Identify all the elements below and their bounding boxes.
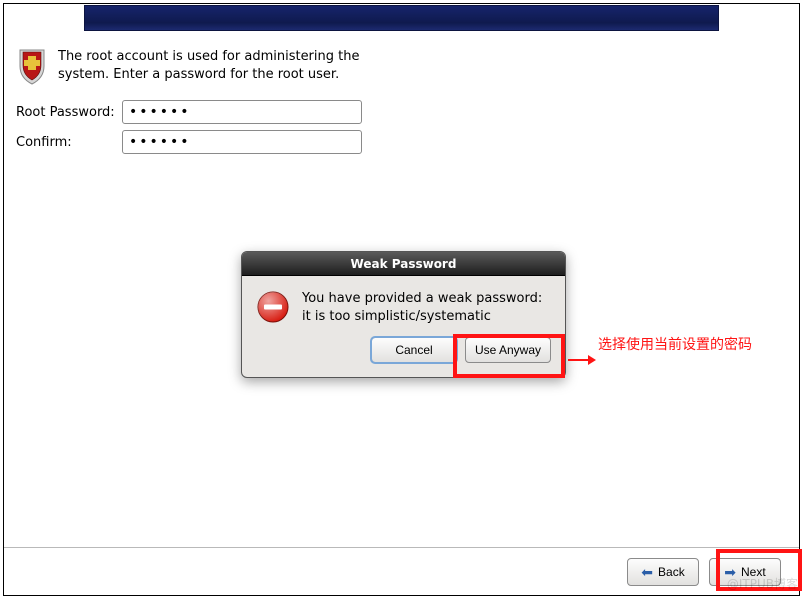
root-password-row: Root Password: bbox=[16, 100, 787, 124]
installer-window: The root account is used for administeri… bbox=[3, 3, 800, 596]
annotation-text: 选择使用当前设置的密码 bbox=[598, 334, 752, 354]
dialog-button-row: Cancel Use Anyway bbox=[242, 329, 565, 377]
confirm-password-row: Confirm: bbox=[16, 130, 787, 154]
intro-row: The root account is used for administeri… bbox=[16, 48, 787, 86]
confirm-password-label: Confirm: bbox=[16, 135, 116, 150]
header-banner bbox=[84, 5, 719, 31]
next-button-label: Next bbox=[741, 565, 766, 579]
shield-icon bbox=[16, 48, 48, 86]
back-button-label: Back bbox=[658, 565, 685, 579]
annotation-arrow-icon bbox=[568, 352, 596, 372]
arrow-left-icon: ⬅ bbox=[641, 565, 653, 579]
use-anyway-button[interactable]: Use Anyway bbox=[465, 337, 551, 363]
intro-text: The root account is used for administeri… bbox=[58, 48, 388, 83]
footer-bar: ⬅ Back ➡ Next bbox=[4, 547, 799, 595]
use-anyway-button-label: Use Anyway bbox=[475, 343, 541, 357]
error-icon bbox=[256, 290, 290, 324]
back-button[interactable]: ⬅ Back bbox=[627, 558, 699, 586]
cancel-button-label: Cancel bbox=[395, 343, 432, 357]
weak-password-dialog: Weak Password You have provided a weak p… bbox=[241, 251, 566, 378]
confirm-password-input[interactable] bbox=[122, 130, 362, 154]
next-button[interactable]: ➡ Next bbox=[709, 558, 781, 586]
arrow-right-icon: ➡ bbox=[724, 565, 736, 579]
cancel-button[interactable]: Cancel bbox=[371, 337, 457, 363]
dialog-body: You have provided a weak password: it is… bbox=[242, 276, 565, 329]
root-password-input[interactable] bbox=[122, 100, 362, 124]
dialog-message: You have provided a weak password: it is… bbox=[302, 290, 551, 325]
dialog-title: Weak Password bbox=[242, 252, 565, 276]
content-area: The root account is used for administeri… bbox=[16, 48, 787, 154]
root-password-label: Root Password: bbox=[16, 105, 116, 120]
